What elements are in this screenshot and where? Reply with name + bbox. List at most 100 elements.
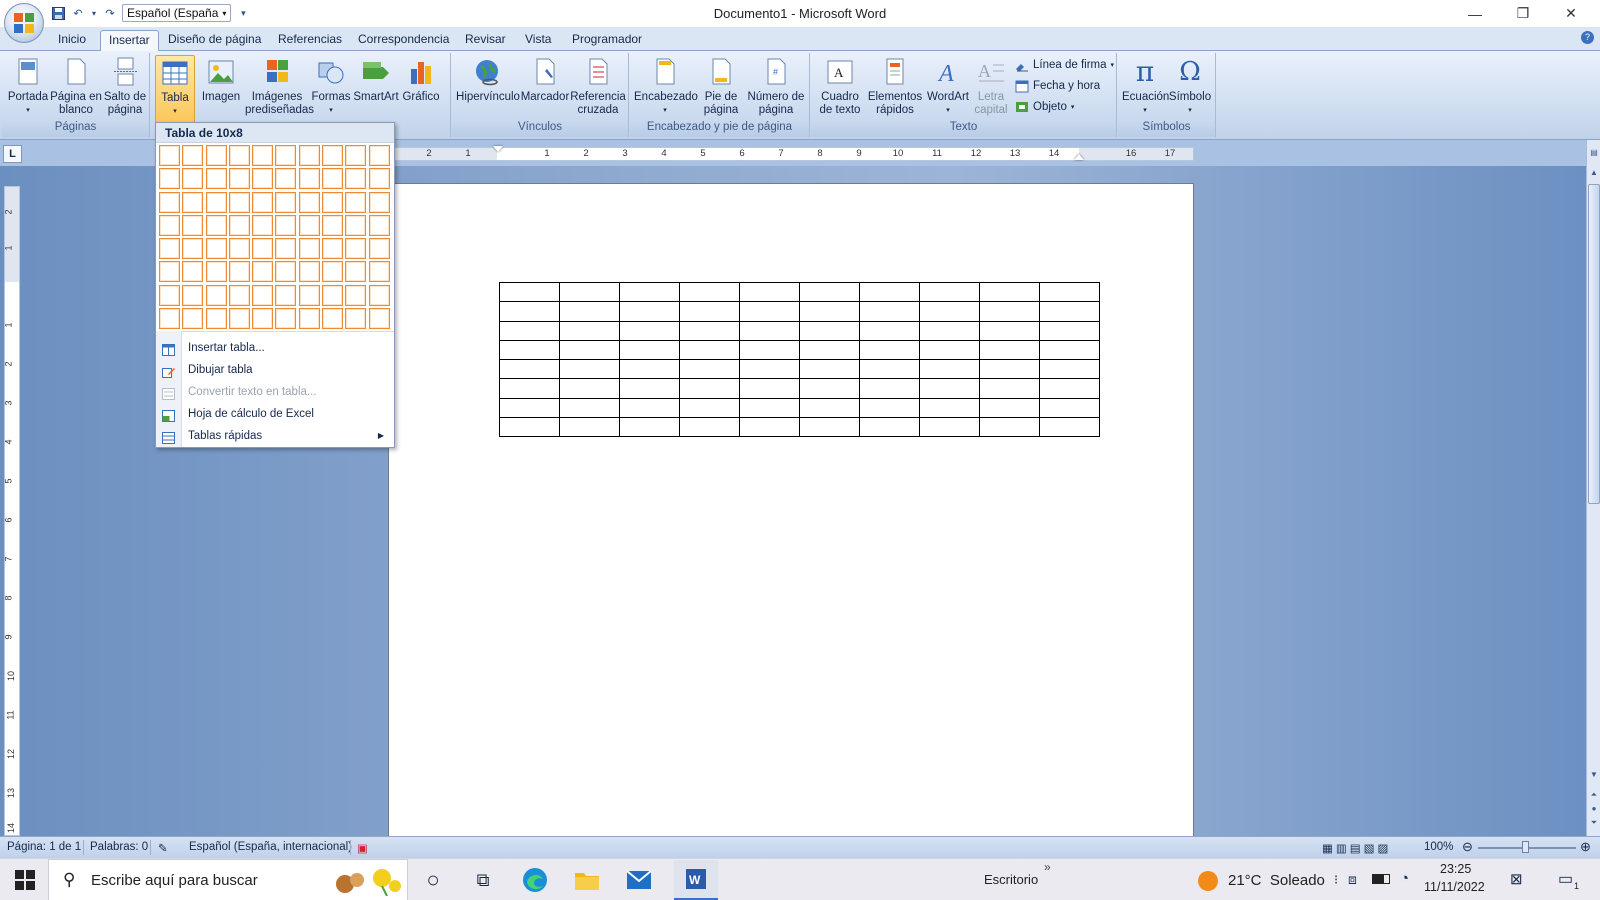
desktop-label[interactable]: Escritorio [984, 872, 1038, 887]
browse-object-icon[interactable]: ● [1587, 802, 1600, 816]
grid-cell[interactable] [345, 308, 367, 330]
grid-cell[interactable] [322, 308, 344, 330]
grid-cell[interactable] [182, 284, 204, 306]
table-cell[interactable] [619, 378, 680, 399]
save-icon[interactable] [50, 5, 66, 21]
minimize-button[interactable]: — [1452, 0, 1498, 27]
grid-cell[interactable] [159, 168, 180, 190]
table-cell[interactable] [859, 359, 920, 380]
grid-cell[interactable] [159, 214, 180, 236]
formas-button[interactable]: Formas ▾ [311, 55, 351, 117]
table-cell[interactable] [859, 339, 920, 361]
grid-cell[interactable] [159, 191, 180, 213]
table-cell[interactable] [619, 397, 680, 419]
word-count[interactable]: Palabras: 0 [90, 841, 148, 853]
hoja-excel-item[interactable]: Hoja de cálculo de Excel [156, 403, 394, 425]
document-page[interactable] [388, 183, 1194, 843]
zoom-out-icon[interactable]: ⊖ [1462, 839, 1473, 855]
restore-button[interactable]: ❐ [1500, 0, 1546, 27]
table-cell[interactable] [559, 320, 620, 341]
tablas-rapidas-item[interactable]: Tablas rápidas ▶ [156, 425, 394, 447]
table-cell[interactable] [559, 417, 620, 438]
grid-cell[interactable] [275, 238, 297, 260]
grid-cell[interactable] [252, 214, 274, 236]
scroll-up-arrow[interactable]: ▲ [1587, 166, 1600, 180]
table-cell[interactable] [799, 378, 860, 399]
table-cell[interactable] [559, 281, 620, 303]
document-table[interactable] [499, 281, 1100, 438]
table-cell[interactable] [1039, 417, 1100, 438]
grid-cell[interactable] [228, 284, 250, 306]
grid-cell[interactable] [345, 191, 367, 213]
vertical-ruler[interactable]: 2 1 1 2 3 4 5 6 7 8 9 10 11 12 13 14 [4, 186, 20, 836]
grid-cell[interactable] [228, 238, 250, 260]
grid-cell[interactable] [182, 261, 204, 283]
table-cell[interactable] [979, 378, 1040, 399]
smartart-button[interactable]: SmartArt [353, 55, 399, 104]
table-cell[interactable] [919, 359, 980, 380]
grid-cell[interactable] [252, 238, 274, 260]
grid-cell[interactable] [275, 191, 297, 213]
office-button[interactable] [4, 3, 44, 43]
zoom-slider-thumb[interactable] [1522, 841, 1529, 853]
language-select[interactable]: Español (España ▾ [122, 4, 232, 22]
grid-cell[interactable] [298, 308, 320, 330]
table-cell[interactable] [919, 320, 980, 341]
grid-cell[interactable] [275, 168, 297, 190]
table-cell[interactable] [919, 281, 980, 303]
redo-icon[interactable]: ↷ [102, 5, 118, 21]
table-cell[interactable] [739, 417, 800, 438]
windows-start-icon[interactable] [10, 865, 40, 895]
grid-cell[interactable] [345, 168, 367, 190]
page-count[interactable]: Página: 1 de 1 [7, 841, 81, 853]
table-cell[interactable] [1039, 281, 1100, 303]
table-cell[interactable] [559, 378, 620, 399]
expand-chevron-icon[interactable]: » [1044, 860, 1051, 874]
table-cell[interactable] [919, 417, 980, 438]
grid-cell[interactable] [322, 168, 344, 190]
undo-dropdown-icon[interactable]: ▾ [90, 5, 98, 21]
grid-cell[interactable] [205, 308, 227, 330]
grid-cell[interactable] [298, 284, 320, 306]
table-cell[interactable] [739, 397, 800, 419]
meet-now-icon[interactable]: ⧈ [1348, 871, 1357, 888]
edge-icon[interactable] [520, 865, 550, 895]
grid-cell[interactable] [298, 145, 320, 166]
table-cell[interactable] [1039, 359, 1100, 380]
portada-button[interactable]: Portada ▾ [6, 55, 50, 117]
view-ruler-icon[interactable]: ▤ [1587, 146, 1600, 160]
encabezado-button[interactable]: Encabezado ▾ [634, 55, 698, 117]
wifi-icon[interactable]: ◔ [1400, 870, 1409, 887]
table-cell[interactable] [979, 301, 1040, 322]
customize-toolbar-icon[interactable]: ▾ [235, 5, 251, 21]
language-status[interactable]: Español (España, internacional) [189, 841, 352, 853]
grid-cell[interactable] [368, 214, 390, 236]
tab-diseno-pagina[interactable]: Diseño de página [160, 30, 269, 51]
table-cell[interactable] [1039, 397, 1100, 419]
table-cell[interactable] [799, 339, 860, 361]
grid-cell[interactable] [275, 308, 297, 330]
table-cell[interactable] [499, 339, 560, 361]
grid-cell[interactable] [298, 214, 320, 236]
grid-cell[interactable] [322, 191, 344, 213]
grid-cell[interactable] [182, 168, 204, 190]
grid-cell[interactable] [159, 261, 180, 283]
grid-cell[interactable] [345, 238, 367, 260]
grid-cell[interactable] [228, 191, 250, 213]
table-cell[interactable] [739, 378, 800, 399]
marcador-button[interactable]: Marcador [520, 55, 570, 104]
grid-cell[interactable] [228, 145, 250, 166]
grid-cell[interactable] [205, 284, 227, 306]
table-cell[interactable] [739, 281, 800, 303]
first-line-indent-marker[interactable] [493, 146, 503, 152]
table-cell[interactable] [1039, 339, 1100, 361]
task-view-icon[interactable]: ⧉ [468, 865, 498, 895]
grid-cell[interactable] [205, 145, 227, 166]
scroll-down-arrow[interactable]: ▼ [1587, 768, 1600, 782]
table-cell[interactable] [1039, 320, 1100, 341]
word-taskbar-icon[interactable]: W [674, 860, 718, 900]
grid-cell[interactable] [298, 191, 320, 213]
grid-cell[interactable] [228, 261, 250, 283]
table-grid-picker[interactable] [159, 145, 390, 330]
objeto-button[interactable]: Objeto ▾ [1015, 97, 1074, 117]
